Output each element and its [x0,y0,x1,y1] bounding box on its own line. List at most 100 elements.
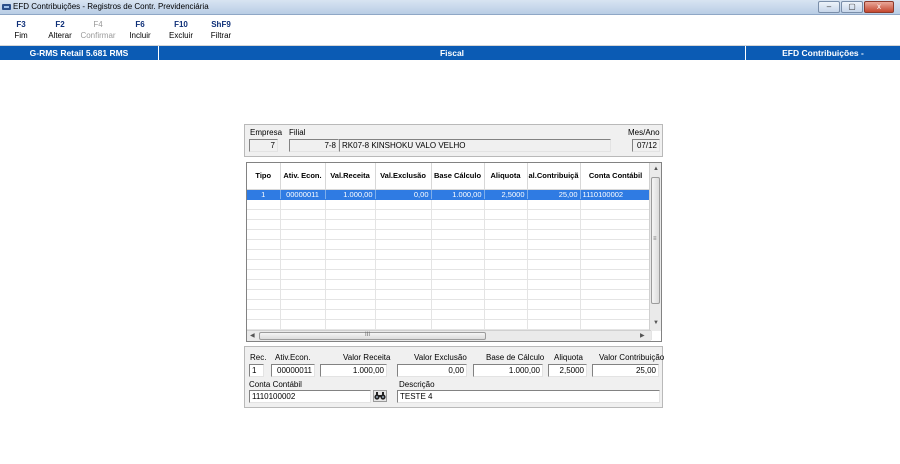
alterar-button[interactable]: F2 Alterar [40,20,80,40]
empty-cell[interactable] [325,239,376,250]
col-base-calculo[interactable]: Base Cálculo [431,163,485,190]
empty-cell[interactable] [527,279,581,290]
empty-cell[interactable] [580,319,652,330]
empty-cell[interactable] [484,229,528,240]
scroll-left-icon[interactable]: ◀ [250,332,255,340]
empty-cell[interactable] [484,289,528,300]
filial-name-field[interactable]: RK07-8 KINSHOKU VALO VELHO [339,139,611,152]
table-cell[interactable]: 1.000,00 [325,189,376,200]
scroll-down-icon[interactable]: ▼ [653,319,659,327]
empty-cell[interactable] [325,229,376,240]
empty-cell[interactable] [325,309,376,320]
col-conta-contabil[interactable]: Conta Contábil [580,163,652,190]
empty-cell[interactable] [580,199,652,210]
empty-cell[interactable] [580,229,652,240]
empty-cell[interactable] [431,269,485,280]
col-aliquota[interactable]: Aliquota [484,163,528,190]
scroll-up-icon[interactable]: ▲ [653,165,659,173]
empty-cell[interactable] [375,319,432,330]
empty-cell[interactable] [247,219,281,230]
empty-cell[interactable] [280,229,326,240]
table-row[interactable]: 1 00000011 1.000,00 0,00 1.000,00 2,5000 25,00… [247,189,652,200]
table-cell[interactable]: 25,00 [527,189,581,200]
col-tipo[interactable]: Tipo [247,163,281,190]
col-val-receita[interactable]: Val.Receita [325,163,376,190]
empty-cell[interactable] [580,259,652,270]
empty-cell[interactable] [247,229,281,240]
col-val-contribuicao[interactable]: al.Contribuiçã [527,163,581,190]
empty-cell[interactable] [375,279,432,290]
empty-cell[interactable] [580,279,652,290]
empty-cell[interactable] [280,199,326,210]
empty-cell[interactable] [580,219,652,230]
empty-row[interactable] [247,199,652,210]
empty-cell[interactable] [280,219,326,230]
empty-cell[interactable] [484,239,528,250]
excluir-button[interactable]: F10 Excluir [161,20,201,40]
empty-cell[interactable] [484,209,528,220]
empty-cell[interactable] [247,319,281,330]
empty-cell[interactable] [580,309,652,320]
empty-cell[interactable] [280,299,326,310]
empty-row[interactable] [247,309,652,320]
empty-cell[interactable] [280,269,326,280]
empty-cell[interactable] [375,209,432,220]
empty-cell[interactable] [375,309,432,320]
empty-row[interactable] [247,319,652,330]
table-cell[interactable]: 0,00 [375,189,432,200]
empty-cell[interactable] [431,289,485,300]
empty-cell[interactable] [484,319,528,330]
fim-button[interactable]: F3 Fim [1,20,41,40]
descricao-field[interactable]: TESTE 4 [397,390,660,403]
empty-row[interactable] [247,239,652,250]
confirmar-button[interactable]: F4 Confirmar [78,20,118,40]
table-cell[interactable]: 1.000,00 [431,189,485,200]
empty-cell[interactable] [580,209,652,220]
base-field[interactable]: 1.000,00 [473,364,543,377]
empty-cell[interactable] [484,259,528,270]
empty-cell[interactable] [431,279,485,290]
empty-cell[interactable] [580,289,652,300]
empty-cell[interactable] [527,319,581,330]
empty-cell[interactable] [247,269,281,280]
ativ-econ-field[interactable]: 00000011 [271,364,315,377]
table-cell[interactable]: 1110100002 [580,189,652,200]
empty-cell[interactable] [325,299,376,310]
empty-cell[interactable] [431,219,485,230]
empty-cell[interactable] [431,259,485,270]
empty-cell[interactable] [580,239,652,250]
empty-cell[interactable] [527,299,581,310]
empty-row[interactable] [247,279,652,290]
empty-cell[interactable] [247,249,281,260]
horizontal-scroll-thumb[interactable]: III [259,332,486,340]
empty-row[interactable] [247,299,652,310]
empty-cell[interactable] [247,239,281,250]
empty-cell[interactable] [431,239,485,250]
close-button[interactable]: x [864,1,894,13]
empty-cell[interactable] [527,219,581,230]
empty-cell[interactable] [375,199,432,210]
empty-cell[interactable] [325,279,376,290]
filial-code-field[interactable]: 7-8 [289,139,339,152]
empty-cell[interactable] [484,299,528,310]
empty-cell[interactable] [527,289,581,300]
empty-row[interactable] [247,249,652,260]
rec-field[interactable]: 1 [249,364,264,377]
empty-cell[interactable] [247,279,281,290]
empty-cell[interactable] [325,289,376,300]
empty-cell[interactable] [325,209,376,220]
empty-cell[interactable] [280,279,326,290]
empty-cell[interactable] [247,289,281,300]
empty-cell[interactable] [247,199,281,210]
vertical-scrollbar[interactable]: ▲ ≡ ▼ [649,163,661,331]
empty-cell[interactable] [431,299,485,310]
empty-cell[interactable] [431,229,485,240]
empty-cell[interactable] [375,289,432,300]
empty-row[interactable] [247,289,652,300]
empty-cell[interactable] [431,249,485,260]
empty-cell[interactable] [484,249,528,260]
empty-cell[interactable] [280,249,326,260]
empty-cell[interactable] [431,309,485,320]
vertical-scroll-thumb[interactable]: ≡ [651,177,660,304]
empty-cell[interactable] [431,319,485,330]
